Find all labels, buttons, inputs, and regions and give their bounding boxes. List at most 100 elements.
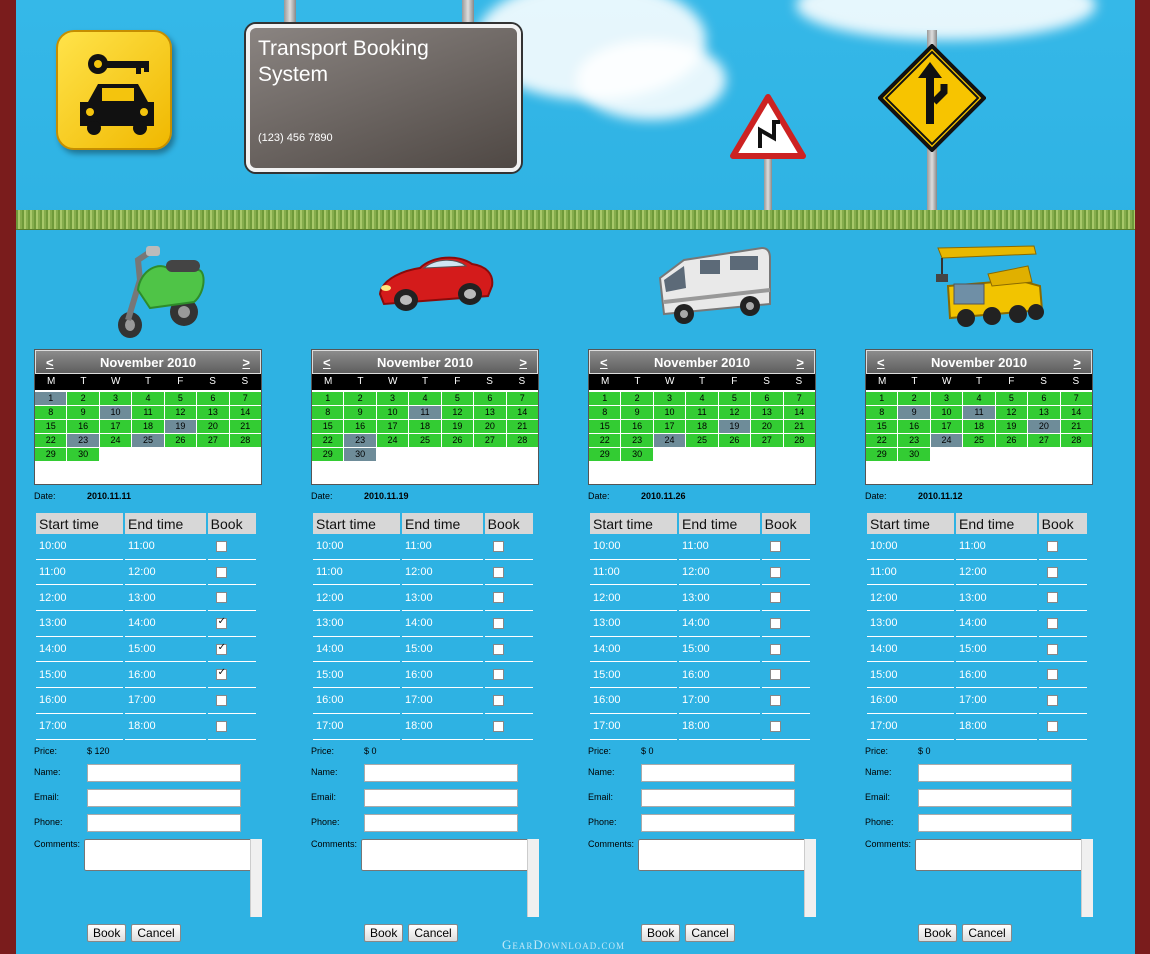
calendar-day[interactable]: 13 — [1028, 406, 1060, 420]
book-button[interactable]: Book — [364, 923, 404, 942]
calendar-day[interactable]: 22 — [35, 434, 67, 448]
book-button[interactable]: Book — [87, 923, 127, 942]
calendar-day[interactable]: 30 — [898, 448, 930, 462]
book-slot-checkbox[interactable] — [769, 592, 781, 604]
email-field[interactable] — [641, 788, 795, 807]
book-slot-checkbox[interactable] — [215, 566, 227, 578]
calendar-day[interactable]: 5 — [164, 392, 197, 406]
book-slot-checkbox[interactable] — [769, 540, 781, 552]
calendar-day[interactable]: 6 — [751, 392, 783, 406]
calendar-day[interactable]: 12 — [441, 406, 474, 420]
calendar-day[interactable]: 17 — [99, 420, 132, 434]
calendar-day[interactable]: 18 — [409, 420, 441, 434]
calendar-day[interactable]: 7 — [1060, 392, 1092, 406]
book-slot-checkbox[interactable] — [769, 695, 781, 707]
book-slot-checkbox[interactable] — [1046, 669, 1058, 681]
calendar-day[interactable]: 21 — [1060, 420, 1092, 434]
calendar-day[interactable]: 28 — [229, 434, 261, 448]
calendar-day[interactable]: 24 — [653, 434, 686, 448]
cancel-button[interactable]: Cancel — [685, 923, 735, 942]
calendar-day[interactable]: 12 — [995, 406, 1028, 420]
next-month-link[interactable]: > — [796, 355, 804, 370]
next-month-link[interactable]: > — [519, 355, 527, 370]
calendar-day[interactable]: 3 — [99, 392, 132, 406]
calendar-day[interactable]: 11 — [132, 406, 164, 420]
email-field[interactable] — [918, 788, 1072, 807]
book-slot-checkbox[interactable] — [769, 669, 781, 681]
comments-field[interactable] — [638, 838, 816, 871]
book-slot-checkbox[interactable] — [1046, 618, 1058, 629]
calendar-day[interactable]: 6 — [1028, 392, 1060, 406]
calendar-day[interactable]: 19 — [164, 420, 197, 434]
calendar-day[interactable]: 10 — [653, 406, 686, 420]
cancel-button[interactable]: Cancel — [962, 923, 1012, 942]
calendar-day[interactable]: 1 — [35, 392, 67, 406]
calendar-day[interactable]: 26 — [995, 434, 1028, 448]
calendar-day[interactable]: 7 — [229, 392, 261, 406]
calendar-day[interactable]: 15 — [589, 420, 621, 434]
email-field[interactable] — [87, 788, 241, 807]
calendar-day[interactable]: 21 — [783, 420, 815, 434]
calendar-day[interactable]: 27 — [474, 434, 506, 448]
calendar-day[interactable]: 26 — [718, 434, 751, 448]
calendar-day[interactable]: 14 — [1060, 406, 1092, 420]
prev-month-link[interactable]: < — [46, 355, 54, 370]
calendar-day[interactable]: 4 — [132, 392, 164, 406]
calendar-day[interactable]: 13 — [474, 406, 506, 420]
calendar-day[interactable]: 24 — [930, 434, 963, 448]
calendar-day[interactable]: 14 — [229, 406, 261, 420]
calendar-day[interactable]: 15 — [35, 420, 67, 434]
calendar-day[interactable]: 8 — [589, 406, 621, 420]
book-slot-checkbox[interactable] — [492, 669, 504, 681]
phone-field[interactable] — [364, 813, 518, 832]
calendar-day[interactable]: 9 — [67, 406, 99, 420]
calendar-day[interactable]: 1 — [866, 392, 898, 406]
calendar-day[interactable]: 22 — [589, 434, 621, 448]
calendar-day[interactable]: 19 — [441, 420, 474, 434]
calendar-day[interactable]: 10 — [99, 406, 132, 420]
calendar-day[interactable]: 11 — [686, 406, 718, 420]
calendar-day[interactable]: 28 — [506, 434, 538, 448]
calendar-day[interactable]: 24 — [99, 434, 132, 448]
calendar-day[interactable]: 21 — [506, 420, 538, 434]
book-slot-checkbox[interactable] — [769, 618, 781, 629]
book-slot-checkbox[interactable] — [215, 667, 227, 681]
book-slot-checkbox[interactable] — [215, 695, 227, 707]
calendar-day[interactable]: 6 — [197, 392, 229, 406]
name-field[interactable] — [87, 763, 241, 782]
calendar-day[interactable]: 4 — [686, 392, 718, 406]
book-slot-checkbox[interactable] — [215, 642, 227, 655]
calendar-day[interactable]: 29 — [866, 448, 898, 462]
calendar-day[interactable]: 7 — [506, 392, 538, 406]
book-slot-checkbox[interactable] — [215, 616, 227, 629]
email-field[interactable] — [364, 788, 518, 807]
book-slot-checkbox[interactable] — [1046, 643, 1058, 655]
phone-field[interactable] — [641, 813, 795, 832]
calendar-day[interactable]: 17 — [376, 420, 409, 434]
calendar-day[interactable]: 11 — [409, 406, 441, 420]
book-slot-checkbox[interactable] — [215, 592, 227, 604]
calendar-day[interactable]: 3 — [376, 392, 409, 406]
calendar-day[interactable]: 20 — [1028, 420, 1060, 434]
calendar-day[interactable]: 9 — [621, 406, 653, 420]
calendar-day[interactable]: 20 — [474, 420, 506, 434]
book-slot-checkbox[interactable] — [769, 566, 781, 578]
book-slot-checkbox[interactable] — [1046, 720, 1058, 732]
phone-field[interactable] — [87, 813, 241, 832]
calendar-day[interactable]: 15 — [312, 420, 344, 434]
book-slot-checkbox[interactable] — [769, 643, 781, 655]
calendar-day[interactable]: 23 — [621, 434, 653, 448]
calendar-day[interactable]: 10 — [376, 406, 409, 420]
calendar-day[interactable]: 9 — [344, 406, 376, 420]
calendar-day[interactable]: 27 — [751, 434, 783, 448]
comments-scrollbar[interactable] — [804, 838, 816, 917]
calendar-day[interactable]: 23 — [898, 434, 930, 448]
calendar-day[interactable]: 8 — [866, 406, 898, 420]
calendar-day[interactable]: 8 — [35, 406, 67, 420]
book-slot-checkbox[interactable] — [215, 720, 227, 732]
comments-scrollbar[interactable] — [250, 838, 262, 917]
calendar-day[interactable]: 28 — [783, 434, 815, 448]
name-field[interactable] — [918, 763, 1072, 782]
book-slot-checkbox[interactable] — [492, 566, 504, 578]
calendar-day[interactable]: 6 — [474, 392, 506, 406]
